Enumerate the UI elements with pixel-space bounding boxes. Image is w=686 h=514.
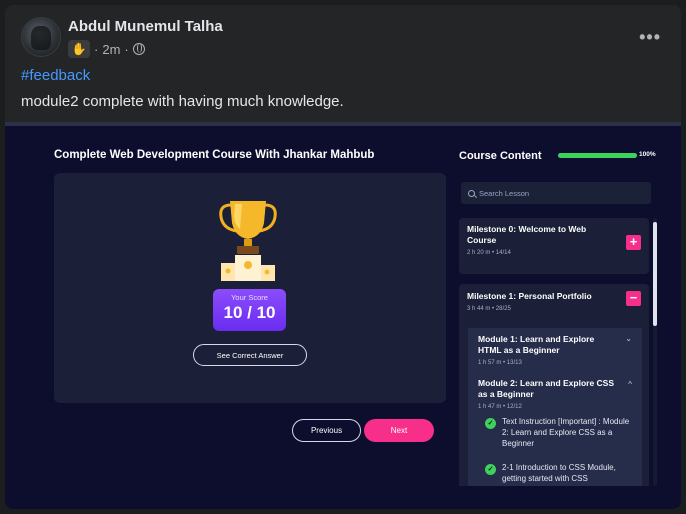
post-header: Abdul Munemul Talha ✋ · 2m · ••• xyxy=(21,17,665,61)
lesson-list[interactable]: Milestone 0: Welcome to Web Course 2 h 2… xyxy=(459,218,651,486)
progress-fill xyxy=(558,153,637,158)
milestone-title: Milestone 0: Welcome to Web Course xyxy=(467,224,587,245)
module-2-title[interactable]: Module 2: Learn and Explore CSS as a Beg… xyxy=(478,378,618,400)
scroll-thumb[interactable] xyxy=(653,222,657,326)
next-button[interactable]: Next xyxy=(364,419,434,442)
previous-button[interactable]: Previous xyxy=(292,419,361,442)
post-image[interactable]: Complete Web Development Course With Jha… xyxy=(5,122,681,509)
post-meta: ✋ · 2m · xyxy=(68,39,145,59)
check-icon: ✓ xyxy=(485,464,496,475)
lesson-item[interactable]: ✓ Text Instruction [Important] : Module … xyxy=(485,416,635,456)
chevron-down-icon[interactable]: ⌄ xyxy=(625,334,632,343)
post-time[interactable]: 2m xyxy=(102,42,120,57)
scrollbar[interactable] xyxy=(653,218,657,486)
score-value: 10 / 10 xyxy=(223,303,276,322)
more-options-icon[interactable]: ••• xyxy=(639,27,661,48)
chevron-up-icon[interactable]: ^ xyxy=(628,380,632,389)
lesson-title: Text Instruction [Important] : Module 2:… xyxy=(502,417,630,448)
course-content-title: Course Content xyxy=(459,150,542,162)
milestone-0[interactable]: Milestone 0: Welcome to Web Course 2 h 2… xyxy=(459,218,649,274)
module-group: Module 1: Learn and Explore HTML as a Be… xyxy=(468,328,642,486)
module-1-meta: 1 h 57 m • 13/13 xyxy=(478,360,522,366)
milestone-title: Milestone 1: Personal Portfolio xyxy=(467,291,592,301)
expand-icon[interactable]: + xyxy=(626,235,641,250)
milestone-1[interactable]: Milestone 1: Personal Portfolio 3 h 44 m… xyxy=(459,284,649,486)
post-card: Abdul Munemul Talha ✋ · 2m · ••• #feedba… xyxy=(5,5,681,509)
score-label: Your Score xyxy=(231,293,268,302)
trophy-icon xyxy=(219,201,277,281)
see-correct-answer-button[interactable]: See Correct Answer xyxy=(193,344,307,366)
progress-percent: 100% xyxy=(639,151,656,158)
meta-dot: · xyxy=(94,41,99,57)
meta-dot-2: · xyxy=(124,41,129,57)
hashtag-link[interactable]: #feedback xyxy=(21,67,90,84)
check-icon: ✓ xyxy=(485,418,496,429)
quiz-result-panel: Your Score 10 / 10 See Correct Answer xyxy=(54,173,446,403)
milestone-meta: 2 h 20 m • 14/14 xyxy=(467,250,511,256)
module-1-title[interactable]: Module 1: Learn and Explore HTML as a Be… xyxy=(478,334,618,356)
lesson-item[interactable]: ✓ 2-1 Introduction to CSS Module, gettin… xyxy=(485,462,635,486)
search-lesson[interactable] xyxy=(461,182,651,204)
author-name[interactable]: Abdul Munemul Talha xyxy=(68,18,223,35)
search-input[interactable] xyxy=(479,188,639,198)
collapse-icon[interactable]: − xyxy=(626,291,641,306)
score-badge: Your Score 10 / 10 xyxy=(213,289,286,331)
lesson-title: 2-1 Introduction to CSS Module, getting … xyxy=(502,463,616,483)
progress-bar xyxy=(558,153,637,158)
module-2-meta: 1 h 47 m • 12/12 xyxy=(478,404,522,410)
search-icon xyxy=(468,189,475,197)
wave-badge-icon[interactable]: ✋ xyxy=(68,40,90,58)
post-text: module2 complete with having much knowle… xyxy=(21,93,344,110)
milestone-meta: 3 h 44 m • 28/25 xyxy=(467,306,511,312)
course-title: Complete Web Development Course With Jha… xyxy=(54,149,375,161)
avatar[interactable] xyxy=(21,17,61,57)
globe-icon xyxy=(132,43,145,55)
